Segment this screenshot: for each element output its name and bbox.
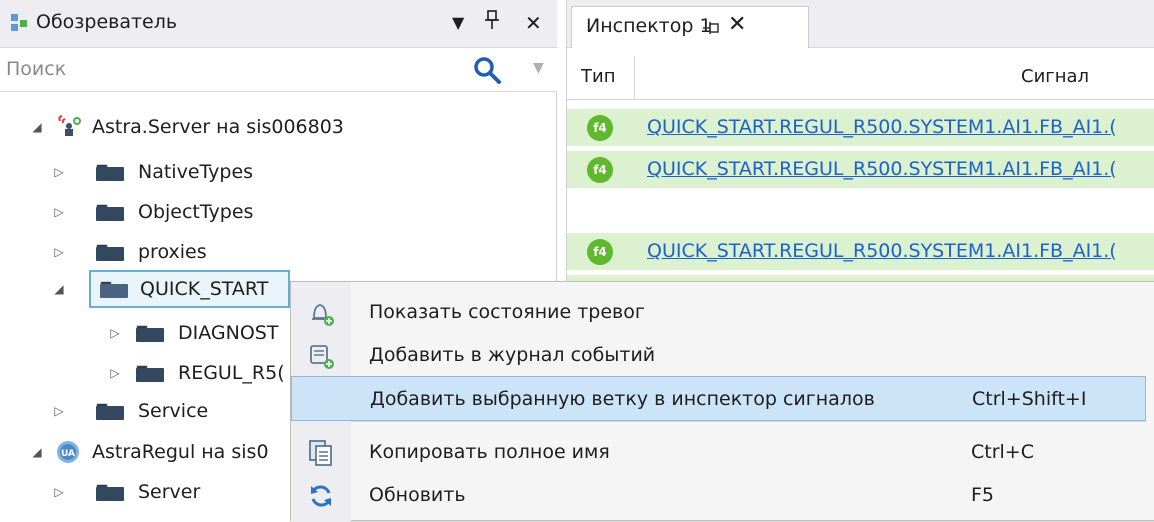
menu-item-label: Показать состояние тревог bbox=[369, 301, 645, 323]
collapsed-arrow-icon[interactable]: ▷ bbox=[52, 233, 66, 271]
tree-node-diagnost[interactable]: ▷ DIAGNOST bbox=[0, 314, 290, 352]
tree-node-astra-server[interactable]: ◢ Astra.Server на sis006803 bbox=[0, 108, 557, 146]
close-icon[interactable]: ✕ bbox=[525, 9, 542, 37]
collapsed-arrow-icon[interactable]: ▷ bbox=[108, 354, 122, 392]
column-divider[interactable] bbox=[634, 56, 635, 100]
tree-node-nativetypes[interactable]: ▷ NativeTypes bbox=[0, 153, 557, 191]
folder-icon bbox=[136, 325, 164, 342]
tree-node-label: ObjectTypes bbox=[138, 201, 254, 223]
menu-item-label: Добавить выбранную ветку в инспектор сиг… bbox=[370, 388, 875, 410]
tab-inspector-1[interactable]: Инспектор 1 ✕ bbox=[571, 6, 809, 48]
table-row[interactable]: f4 QUICK_START.REGUL_R500.SYSTEM1.AI1.FB… bbox=[567, 233, 1154, 271]
inspector-tab-bar: Инспектор 1 ✕ bbox=[567, 0, 1154, 48]
float-type-badge-icon: f4 bbox=[587, 157, 613, 183]
tab-label: Инспектор 1 bbox=[586, 15, 712, 37]
refresh-icon bbox=[311, 485, 331, 507]
collapsed-arrow-icon[interactable]: ▷ bbox=[52, 392, 66, 430]
tree-node-label: Astra.Server на sis006803 bbox=[92, 116, 344, 138]
explorer-header: Обозреватель ▼ ✕ bbox=[0, 0, 557, 48]
alarm-bell-icon bbox=[312, 304, 334, 326]
pin-icon[interactable] bbox=[484, 9, 500, 38]
event-log-icon bbox=[310, 345, 334, 369]
column-header-type[interactable]: Тип bbox=[581, 66, 615, 87]
tree-node-label: proxies bbox=[138, 241, 207, 263]
tree-node-quick-start[interactable]: ◢ QUICK_START bbox=[0, 270, 290, 308]
table-row[interactable]: f4 QUICK_START.REGUL_R500.SYSTEM1.AI1.FB… bbox=[567, 109, 1154, 147]
open-folder-icon bbox=[100, 281, 128, 298]
menu-item-refresh[interactable]: Обновить F5 bbox=[291, 473, 1146, 518]
folder-icon bbox=[96, 164, 124, 181]
server-icon bbox=[58, 115, 81, 136]
dropdown-icon[interactable]: ▼ bbox=[452, 9, 464, 37]
collapsed-arrow-icon[interactable]: ▷ bbox=[108, 314, 122, 352]
column-header-signal[interactable]: Сигнал bbox=[1021, 66, 1089, 87]
menu-item-shortcut: F5 bbox=[971, 484, 995, 506]
tree-node-server[interactable]: ▷ Server bbox=[0, 473, 290, 511]
collapsed-arrow-icon[interactable]: ▷ bbox=[52, 473, 66, 511]
menu-separator bbox=[351, 421, 1147, 422]
tree-node-label: Server bbox=[138, 481, 201, 503]
signal-link[interactable]: QUICK_START.REGUL_R500.SYSTEM1.AI1.FB_AI… bbox=[647, 240, 1117, 262]
menu-item-copy-full-name[interactable]: Копировать полное имя Ctrl+C bbox=[291, 430, 1146, 475]
collapsed-arrow-icon[interactable]: ▷ bbox=[52, 153, 66, 191]
pin-icon[interactable] bbox=[702, 20, 720, 36]
tree-node-label: REGUL_R5( bbox=[178, 362, 285, 384]
float-type-badge-icon: f4 bbox=[587, 239, 613, 265]
menu-item-label: Копировать полное имя bbox=[369, 441, 610, 463]
menu-item-add-to-event-log[interactable]: Добавить в журнал событий bbox=[291, 333, 1146, 378]
folder-icon bbox=[96, 484, 124, 501]
search-input[interactable]: Поиск bbox=[6, 58, 66, 80]
pin-glyph bbox=[485, 10, 499, 29]
signal-link[interactable]: QUICK_START.REGUL_R500.SYSTEM1.AI1.FB_AI… bbox=[647, 116, 1117, 138]
signal-link[interactable]: QUICK_START.REGUL_R500.SYSTEM1.AI1.FB_AI… bbox=[647, 158, 1117, 180]
table-row-empty bbox=[567, 192, 1154, 230]
menu-item-label: Добавить в журнал событий bbox=[369, 344, 656, 366]
expanded-arrow-icon[interactable]: ◢ bbox=[52, 270, 66, 308]
tree-node-label: QUICK_START bbox=[140, 278, 269, 300]
tree-node-service[interactable]: ▷ Service bbox=[0, 392, 290, 430]
tree-node-label: Service bbox=[138, 400, 209, 422]
tree-node-label: NativeTypes bbox=[138, 161, 254, 183]
menu-item-shortcut: Ctrl+Shift+I bbox=[972, 388, 1087, 410]
folder-icon bbox=[136, 365, 164, 382]
menu-item-label: Обновить bbox=[369, 484, 466, 506]
tree-node-regul[interactable]: ▷ REGUL_R5( bbox=[0, 354, 290, 392]
copy-icon bbox=[309, 440, 332, 466]
tree-node-objecttypes[interactable]: ▷ ObjectTypes bbox=[0, 193, 557, 231]
tree-node-label: DIAGNOST bbox=[178, 322, 279, 344]
search-icon[interactable] bbox=[472, 55, 502, 85]
tree-node-astraregul[interactable]: ◢ UA AstraRegul на sis0 bbox=[0, 433, 290, 471]
tree-node-label: AstraRegul на sis0 bbox=[92, 441, 269, 463]
folder-icon bbox=[96, 403, 124, 420]
tab-close-icon[interactable]: ✕ bbox=[728, 12, 746, 37]
menu-item-shortcut: Ctrl+C bbox=[971, 441, 1034, 463]
expanded-arrow-icon[interactable]: ◢ bbox=[30, 108, 44, 146]
table-header: Тип Сигнал bbox=[567, 56, 1154, 100]
context-menu: Показать состояние тревог Добавить в жур… bbox=[290, 281, 1154, 522]
search-bar[interactable]: Поиск ▼ bbox=[0, 48, 557, 92]
explorer-title: Обозреватель bbox=[36, 11, 178, 33]
expanded-arrow-icon[interactable]: ◢ bbox=[30, 433, 44, 471]
menu-item-add-branch-to-inspector[interactable]: Добавить выбранную ветку в инспектор сиг… bbox=[291, 376, 1146, 421]
regul-icon: UA bbox=[57, 441, 79, 463]
menu-item-show-alarms[interactable]: Показать состояние тревог bbox=[291, 290, 1146, 335]
search-options-chevron-icon[interactable]: ▼ bbox=[533, 60, 544, 76]
collapsed-arrow-icon[interactable]: ▷ bbox=[52, 193, 66, 231]
table-row[interactable]: f4 QUICK_START.REGUL_R500.SYSTEM1.AI1.FB… bbox=[567, 151, 1154, 189]
folder-icon bbox=[96, 244, 124, 261]
explorer-icon bbox=[11, 14, 27, 31]
float-type-badge-icon: f4 bbox=[587, 115, 613, 141]
folder-icon bbox=[96, 204, 124, 221]
tree-node-proxies[interactable]: ▷ proxies bbox=[0, 233, 557, 271]
svg-text:UA: UA bbox=[61, 449, 75, 459]
